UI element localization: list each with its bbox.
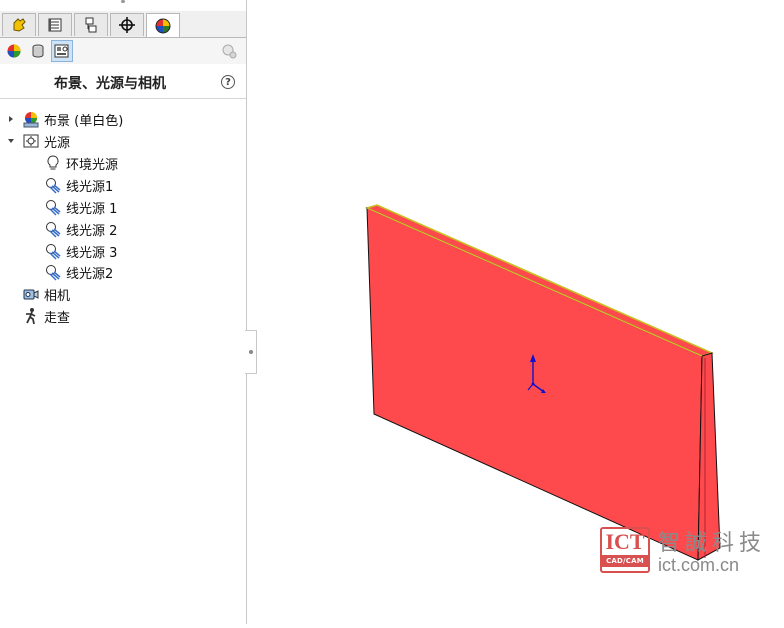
panel-header: 布景、光源与相机 ? (0, 66, 246, 99)
tree-item-label: 线光源 2 (66, 223, 118, 239)
directional-light-icon (44, 176, 62, 194)
tree-item-directional-light[interactable]: 线光源1 (44, 175, 284, 195)
tree-item-directional-light[interactable]: 线光源2 (44, 262, 284, 282)
directional-light-icon (44, 242, 62, 260)
render-options-icon (222, 44, 237, 59)
panel-splitter[interactable] (245, 330, 257, 374)
tab-configuration-manager[interactable] (74, 13, 108, 36)
render-options-button[interactable] (218, 40, 240, 62)
expand-caret-icon[interactable] (6, 114, 16, 124)
display-manager-icon (155, 18, 171, 33)
tree-item-directional-light[interactable]: 线光源 2 (44, 219, 284, 239)
directional-light-icon (44, 198, 62, 216)
watermark-logo: ICT CAD/CAM (600, 527, 650, 573)
tree-item-label: 线光源 1 (66, 201, 118, 217)
tree-item-label: 布景 (单白色) (44, 113, 124, 129)
display-subtoolbar (0, 38, 246, 64)
tree-item-lights[interactable]: 光源 (6, 131, 246, 151)
tree-item-directional-light[interactable]: 线光源 1 (44, 197, 284, 217)
feature-manager-icon (13, 18, 26, 32)
tree-item-label: 光源 (44, 135, 71, 151)
tree-item-camera[interactable]: 相机 (22, 284, 262, 304)
camera-icon (22, 285, 40, 303)
help-button[interactable]: ? (221, 75, 235, 89)
collapse-caret-icon[interactable] (6, 136, 16, 146)
scene-icon (22, 110, 40, 128)
configuration-manager-icon (85, 17, 97, 33)
tree-item-label: 环境光源 (66, 157, 119, 173)
appearances-icon (7, 44, 21, 58)
lights-folder-icon (22, 132, 40, 150)
lightbulb-icon (44, 154, 62, 172)
decals-icon (32, 44, 44, 58)
scene-lights-cameras-button[interactable] (51, 40, 73, 62)
tab-display-manager[interactable] (146, 13, 180, 37)
tree-item-walkthrough[interactable]: 走查 (22, 306, 262, 326)
tree-item-ambient-light[interactable]: 环境光源 (44, 153, 284, 173)
watermark-url: ict.com.cn (658, 555, 740, 575)
dimxpert-manager-icon (119, 17, 135, 33)
appearances-button[interactable] (3, 40, 25, 62)
directional-light-icon (44, 263, 62, 281)
watermark: ICT CAD/CAM 智誠科技 ict.com.cn (598, 525, 778, 585)
manager-tabbar (0, 11, 246, 38)
property-manager-icon (48, 18, 62, 32)
tree-item-label: 线光源2 (66, 266, 114, 282)
panel-title: 布景、光源与相机 (54, 76, 166, 92)
panel-grip[interactable] (118, 0, 128, 4)
watermark-company-name: 智誠科技 (658, 531, 767, 556)
tab-dimxpert-manager[interactable] (110, 13, 144, 36)
splitter-dot-icon (248, 350, 253, 354)
tab-feature-manager[interactable] (2, 13, 36, 36)
walkthrough-icon (22, 307, 40, 325)
tree-item-scene[interactable]: 布景 (单白色) (6, 109, 246, 129)
tree-item-directional-light[interactable]: 线光源 3 (44, 241, 284, 261)
decals-button[interactable] (27, 40, 49, 62)
tree-item-label: 相机 (44, 288, 71, 304)
directional-light-icon (44, 220, 62, 238)
tree-item-label: 线光源 3 (66, 245, 118, 261)
tree-item-label: 走查 (44, 310, 71, 326)
display-manager-panel: 布景、光源与相机 ? 布景 (单白色) 光源 环境光源 线光源1 线光源 1 线… (0, 0, 247, 624)
tree-item-label: 线光源1 (66, 179, 114, 195)
tab-property-manager[interactable] (38, 13, 72, 36)
scene-lights-cameras-icon (54, 44, 69, 58)
